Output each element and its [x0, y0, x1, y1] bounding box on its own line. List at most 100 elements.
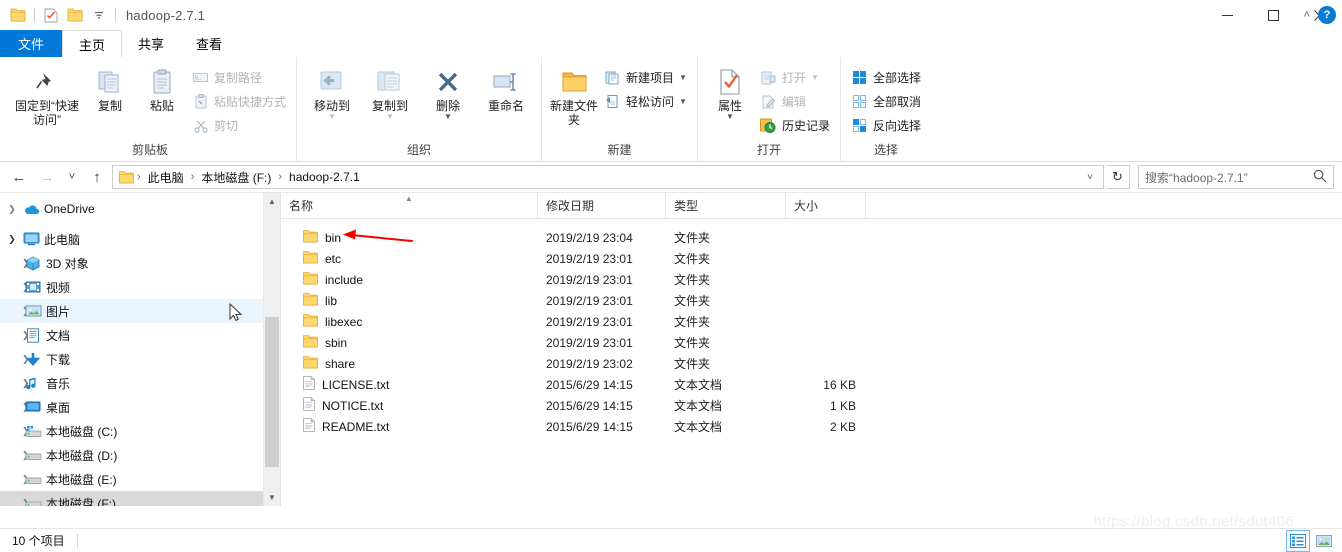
breadcrumb-item-0[interactable]: 此电脑: [144, 169, 188, 186]
breadcrumb-item-1[interactable]: 本地磁盘 (F:): [197, 169, 275, 186]
file-name-cell[interactable]: etc: [281, 250, 538, 267]
chevron-right-icon[interactable]: ❯: [4, 282, 30, 293]
scrollbar-thumb[interactable]: [265, 317, 279, 467]
maximize-button[interactable]: [1250, 0, 1296, 30]
delete-button[interactable]: 删除 ▼: [419, 61, 477, 121]
table-row[interactable]: include 2019/2/19 23:01 文件夹: [281, 269, 1342, 290]
file-name-cell[interactable]: sbin: [281, 334, 538, 351]
forward-button[interactable]: →: [34, 165, 60, 189]
open-caret-icon[interactable]: ▼: [811, 73, 819, 82]
file-name-cell[interactable]: include: [281, 271, 538, 288]
column-header-name[interactable]: ▲ 名称: [281, 193, 538, 219]
chevron-right-icon[interactable]: ❯: [4, 378, 30, 389]
file-name-cell[interactable]: NOTICE.txt: [281, 397, 538, 414]
properties-button[interactable]: 属性 ▼: [704, 61, 756, 121]
paste-button[interactable]: 粘贴: [136, 61, 188, 113]
chevron-right-icon[interactable]: ❯: [4, 426, 30, 437]
file-name-cell[interactable]: LICENSE.txt: [281, 376, 538, 393]
edit-button[interactable]: 编辑: [756, 91, 834, 112]
table-row[interactable]: share 2019/2/19 23:02 文件夹: [281, 353, 1342, 374]
table-row[interactable]: README.txt 2015/6/29 14:15 文本文档 2 KB: [281, 416, 1342, 437]
cut-button[interactable]: 剪切: [188, 115, 290, 136]
tab-view[interactable]: 查看: [180, 30, 238, 57]
scroll-down-icon[interactable]: ▼: [264, 489, 280, 506]
chevron-down-icon[interactable]: ❯: [4, 234, 20, 245]
tree-item-documents[interactable]: ❯ 文档: [0, 323, 280, 347]
scroll-up-icon[interactable]: ▲: [264, 193, 280, 210]
column-header-date[interactable]: 修改日期: [538, 193, 666, 219]
minimize-button[interactable]: [1204, 0, 1250, 30]
tree-item-music[interactable]: ❯ 音乐: [0, 371, 280, 395]
easy-access-caret-icon[interactable]: ▼: [679, 97, 687, 106]
tree-item-downloads[interactable]: ❯ 下载: [0, 347, 280, 371]
new-folder-icon[interactable]: [63, 3, 87, 27]
file-name-cell[interactable]: libexec: [281, 313, 538, 330]
table-row[interactable]: sbin 2019/2/19 23:01 文件夹: [281, 332, 1342, 353]
table-row[interactable]: LICENSE.txt 2015/6/29 14:15 文本文档 16 KB: [281, 374, 1342, 395]
copy-button[interactable]: 复制: [84, 61, 136, 113]
address-dropdown-icon[interactable]: ˅: [1081, 172, 1099, 183]
history-button[interactable]: 历史记录: [756, 115, 834, 136]
up-button[interactable]: ↑: [84, 165, 110, 189]
new-item-button[interactable]: 新建项目 ▼: [600, 67, 691, 88]
paste-shortcut-button[interactable]: 粘贴快捷方式: [188, 91, 290, 112]
address-bar[interactable]: › 此电脑 › 本地磁盘 (F:) › hadoop-2.7.1 ˅: [112, 165, 1104, 189]
chevron-right-icon[interactable]: ❯: [4, 498, 30, 507]
tree-item-videos[interactable]: ❯ 视频: [0, 275, 280, 299]
delete-caret-icon[interactable]: ▼: [444, 113, 452, 121]
tab-file[interactable]: 文件: [0, 30, 63, 57]
breadcrumb-separator-0[interactable]: ›: [136, 171, 142, 183]
easy-access-button[interactable]: 轻松访问 ▼: [600, 91, 691, 112]
chevron-down-icon[interactable]: [87, 3, 111, 27]
properties-icon[interactable]: [39, 3, 63, 27]
chevron-right-icon[interactable]: ❯: [4, 450, 30, 461]
collapse-ribbon-icon[interactable]: ˄: [1304, 9, 1310, 21]
chevron-right-icon[interactable]: ❯: [4, 474, 30, 485]
file-name-cell[interactable]: bin: [281, 229, 538, 246]
copy-to-caret-icon[interactable]: ▼: [386, 113, 394, 121]
refresh-button[interactable]: ↻: [1106, 165, 1130, 189]
move-to-caret-icon[interactable]: ▼: [328, 113, 336, 121]
tree-item-3d-objects[interactable]: ❯ 3D 对象: [0, 251, 280, 275]
details-view-button[interactable]: [1286, 529, 1310, 552]
tab-share[interactable]: 共享: [122, 30, 180, 57]
chevron-right-icon[interactable]: ❯: [4, 258, 30, 269]
tree-item-local-disk-c[interactable]: ❯ 本地磁盘 (C:): [0, 419, 280, 443]
navigation-scrollbar[interactable]: ▲ ▼: [263, 193, 280, 506]
chevron-right-icon[interactable]: ❯: [4, 402, 30, 413]
tree-item-desktop[interactable]: ❯ 桌面: [0, 395, 280, 419]
tree-item-local-disk-f[interactable]: ❯ 本地磁盘 (F:): [0, 491, 280, 506]
recent-locations-button[interactable]: ˅: [62, 165, 82, 189]
chevron-right-icon[interactable]: ❯: [4, 306, 30, 317]
file-name-cell[interactable]: README.txt: [281, 418, 538, 435]
tree-item-pictures[interactable]: ❯ 图片: [0, 299, 280, 323]
rename-button[interactable]: 重命名: [477, 61, 535, 113]
chevron-right-icon[interactable]: ❯: [4, 204, 20, 215]
column-header-size[interactable]: 大小: [786, 193, 866, 219]
tab-home[interactable]: 主页: [62, 30, 123, 57]
search-input[interactable]: 搜索“hadoop-2.7.1”: [1145, 169, 1309, 186]
table-row[interactable]: bin 2019/2/19 23:04 文件夹: [281, 227, 1342, 248]
tree-item-onedrive[interactable]: ❯ OneDrive: [0, 197, 280, 221]
chevron-right-icon[interactable]: ❯: [4, 330, 30, 341]
folder-icon[interactable]: [6, 3, 30, 27]
select-all-button[interactable]: 全部选择: [847, 67, 925, 88]
copy-to-button[interactable]: 复制到 ▼: [361, 61, 419, 121]
new-folder-button[interactable]: 新建文件夹: [548, 61, 600, 127]
invert-selection-button[interactable]: 反向选择: [847, 115, 925, 136]
table-row[interactable]: libexec 2019/2/19 23:01 文件夹: [281, 311, 1342, 332]
table-row[interactable]: lib 2019/2/19 23:01 文件夹: [281, 290, 1342, 311]
table-row[interactable]: NOTICE.txt 2015/6/29 14:15 文本文档 1 KB: [281, 395, 1342, 416]
select-none-button[interactable]: 全部取消: [847, 91, 925, 112]
open-button[interactable]: 打开 ▼: [756, 67, 834, 88]
breadcrumb-item-2[interactable]: hadoop-2.7.1: [285, 170, 364, 184]
new-item-caret-icon[interactable]: ▼: [679, 73, 687, 82]
back-button[interactable]: ←: [6, 165, 32, 189]
file-name-cell[interactable]: lib: [281, 292, 538, 309]
move-to-button[interactable]: 移动到 ▼: [303, 61, 361, 121]
file-name-cell[interactable]: share: [281, 355, 538, 372]
breadcrumb-separator-1[interactable]: ›: [190, 171, 196, 183]
help-icon[interactable]: ?: [1318, 6, 1336, 24]
tree-item-this-pc[interactable]: ❯ 此电脑: [0, 227, 280, 251]
search-box[interactable]: 搜索“hadoop-2.7.1”: [1138, 165, 1334, 189]
